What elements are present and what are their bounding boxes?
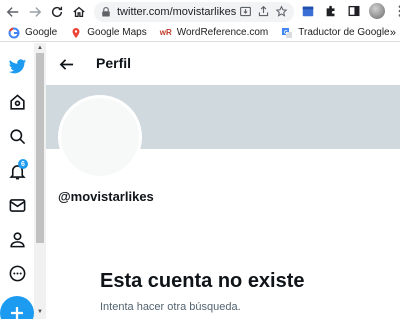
bookmark-label: Google Maps bbox=[87, 27, 147, 38]
page-title: Perfil bbox=[96, 55, 132, 71]
lock-icon bbox=[102, 6, 110, 17]
browser-menu-button[interactable] bbox=[392, 3, 400, 19]
profile-icon[interactable] bbox=[6, 228, 28, 250]
arrow-left-icon bbox=[6, 7, 19, 17]
profile-avatar-button[interactable] bbox=[369, 3, 385, 19]
bookmark-label: WordReference.com bbox=[176, 27, 269, 38]
page-viewport: 6 ▲ ▼ Perfil @movistarlikes Esta cuenta … bbox=[0, 43, 400, 319]
back-button[interactable] bbox=[2, 1, 24, 23]
account-not-found-title: Esta cuenta no existe bbox=[100, 270, 305, 292]
translate-icon: G bbox=[281, 27, 293, 39]
bookmarks-bar: Google Google Maps wR WordReference.com … bbox=[0, 24, 400, 42]
url-text: twitter.com/movistarlikes bbox=[117, 6, 237, 18]
messages-icon[interactable] bbox=[6, 194, 28, 216]
install-app-icon[interactable] bbox=[239, 5, 252, 18]
bookmark-google[interactable]: Google bbox=[8, 27, 57, 39]
scroll-down-arrow-icon[interactable]: ▼ bbox=[37, 309, 43, 315]
bookmark-label: Google bbox=[25, 27, 58, 38]
google-icon bbox=[8, 27, 20, 39]
profile-column: Perfil @movistarlikes Esta cuenta no exi… bbox=[46, 43, 400, 319]
profile-header: Perfil bbox=[46, 43, 400, 85]
share-icon[interactable] bbox=[257, 5, 270, 18]
puzzle-icon bbox=[326, 5, 335, 17]
scroll-up-arrow-icon[interactable]: ▲ bbox=[37, 45, 43, 51]
bookmark-label: Traductor de Google bbox=[298, 27, 390, 38]
reload-button[interactable] bbox=[46, 1, 68, 23]
forward-button[interactable] bbox=[24, 1, 46, 23]
extensions-button[interactable] bbox=[323, 3, 339, 19]
more-bookmarks-chevron[interactable]: » bbox=[390, 27, 396, 39]
search-icon[interactable] bbox=[6, 125, 28, 147]
twitter-sidebar: 6 bbox=[0, 43, 34, 319]
reload-icon bbox=[51, 6, 63, 18]
scrollbar-thumb[interactable] bbox=[36, 53, 44, 243]
home-icon bbox=[73, 6, 85, 18]
calendar-extension-icon bbox=[302, 6, 314, 17]
bookmark-wordreference[interactable]: wR WordReference.com bbox=[160, 27, 269, 39]
side-panel-icon bbox=[348, 5, 360, 17]
svg-text:G: G bbox=[284, 30, 288, 36]
side-panel-button[interactable] bbox=[346, 3, 362, 19]
twitter-logo-icon[interactable] bbox=[6, 55, 28, 77]
back-arrow-icon[interactable] bbox=[56, 54, 76, 74]
explore-icon[interactable] bbox=[6, 91, 28, 113]
browser-toolbar: twitter.com/movistarlikes bbox=[0, 0, 400, 24]
bookmark-google-maps[interactable]: Google Maps bbox=[70, 27, 147, 39]
more-icon[interactable] bbox=[6, 262, 28, 284]
notification-count-badge: 6 bbox=[18, 159, 28, 169]
extension-calendar[interactable] bbox=[300, 3, 316, 19]
maps-pin-icon bbox=[70, 27, 82, 39]
page-scrollbar[interactable]: ▲ ▼ bbox=[34, 43, 46, 319]
address-bar[interactable]: twitter.com/movistarlikes bbox=[94, 2, 294, 22]
tweet-compose-icon[interactable] bbox=[0, 296, 34, 319]
profile-avatar bbox=[58, 95, 142, 179]
kebab-menu-icon bbox=[398, 5, 400, 17]
account-not-found-subtitle: Intenta hacer otra búsqueda. bbox=[100, 301, 241, 313]
bookmark-translate[interactable]: G Traductor de Google bbox=[281, 27, 390, 39]
wordreference-icon: wR bbox=[159, 28, 172, 37]
home-button[interactable] bbox=[68, 1, 90, 23]
arrow-right-icon bbox=[29, 7, 42, 17]
avatar bbox=[369, 3, 385, 19]
profile-handle: @movistarlikes bbox=[58, 189, 154, 204]
bookmark-star-icon[interactable] bbox=[275, 5, 288, 18]
